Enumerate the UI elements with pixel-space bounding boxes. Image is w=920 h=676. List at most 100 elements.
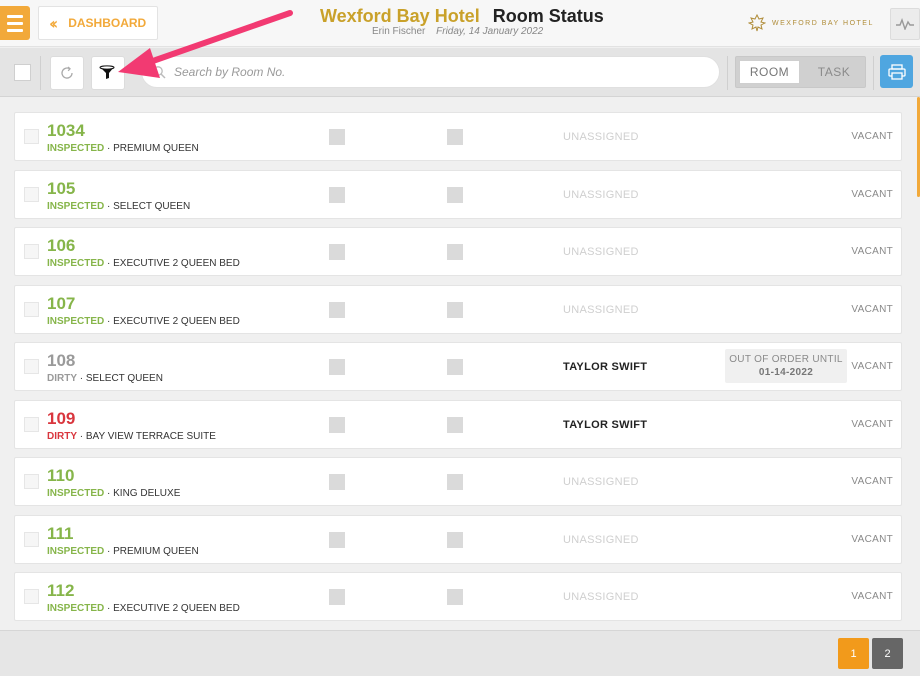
room-status: DIRTY: [47, 430, 77, 442]
room-number[interactable]: 1034: [47, 121, 85, 141]
room-checkbox[interactable]: [24, 416, 39, 432]
out-of-order-label: OUT OF ORDER UNTIL: [729, 354, 843, 365]
toolbar: ROOM TASK: [0, 48, 920, 97]
room-type: SELECT QUEEN: [113, 200, 191, 212]
page-2-button[interactable]: 2: [872, 638, 903, 669]
room-assignee[interactable]: TAYLOR SWIFT: [563, 419, 647, 431]
room-checkbox[interactable]: [24, 359, 39, 374]
room-number[interactable]: 105: [47, 179, 75, 199]
out-of-order-badge: OUT OF ORDER UNTIL 01-14-2022: [725, 349, 847, 383]
room-details: DIRTY · SELECT QUEEN: [47, 373, 163, 384]
room-details: INSPECTED · EXECUTIVE 2 QUEEN BED: [47, 315, 240, 327]
room-row[interactable]: 107 INSPECTED · EXECUTIVE 2 QUEEN BED UNAS…: [14, 284, 902, 334]
room-number[interactable]: 111: [47, 524, 74, 544]
room-status: INSPECTED: [47, 143, 105, 154]
app-header: ‹‹ DASHBOARD Wexford Bay Hotel Room Stat…: [0, 0, 920, 47]
toolbar-divider: [40, 56, 41, 90]
room-details: INSPECTED · SELECT QUEEN: [47, 200, 191, 212]
room-occupancy: VACANT: [851, 533, 893, 545]
room-assignee[interactable]: UNASSIGNED: [563, 591, 639, 603]
room-indicator-square: [329, 531, 345, 548]
room-row[interactable]: 108 DIRTY · SELECT QUEEN TAYLOR SWIFT OUT O…: [14, 342, 902, 391]
room-assignee[interactable]: UNASSIGNED: [563, 246, 639, 258]
toolbar-divider: [873, 56, 874, 90]
room-status: INSPECTED: [47, 258, 105, 269]
room-row[interactable]: 109 DIRTY · BAY VIEW TERRACE SUITE TAYLOR …: [14, 399, 902, 449]
room-details: DIRTY · BAY VIEW TERRACE SUITE: [47, 430, 216, 442]
room-row[interactable]: 111 INSPECTED · PREMIUM QUEEN UNASSIGNED VA…: [14, 514, 902, 564]
room-assignee[interactable]: UNASSIGNED: [563, 476, 639, 488]
search-field[interactable]: [141, 56, 720, 88]
page-1-button[interactable]: 1: [838, 638, 869, 669]
room-indicator-square: [329, 416, 345, 433]
room-assignee[interactable]: UNASSIGNED: [563, 189, 639, 201]
pagination-bar: [0, 630, 920, 676]
room-occupancy: VACANT: [851, 476, 893, 487]
refresh-button[interactable]: [50, 56, 84, 90]
hamburger-bar: [7, 28, 23, 32]
dashboard-button[interactable]: ‹‹ DASHBOARD: [38, 6, 158, 40]
room-checkbox[interactable]: [24, 129, 39, 144]
room-indicator-square: [447, 531, 463, 548]
room-number[interactable]: 110: [47, 466, 74, 486]
room-occupancy: VACANT: [851, 591, 893, 602]
hamburger-bar: [7, 14, 23, 18]
double-chevron-left-icon: ‹‹: [49, 13, 58, 33]
room-checkbox[interactable]: [24, 474, 39, 489]
filter-button[interactable]: [91, 56, 125, 90]
room-row[interactable]: 106 INSPECTED · EXECUTIVE 2 QUEEN BED UNAS…: [14, 227, 902, 276]
room-occupancy: VACANT: [851, 418, 893, 430]
room-type: PREMIUM QUEEN: [113, 545, 199, 557]
room-type: KING DELUXE: [113, 488, 181, 499]
room-status: INSPECTED: [47, 200, 105, 212]
room-indicator-square: [447, 301, 463, 318]
room-indicator-square: [329, 129, 345, 145]
search-input[interactable]: [174, 65, 674, 79]
printer-icon: [887, 63, 906, 80]
hamburger-menu-button[interactable]: [0, 6, 30, 40]
room-number[interactable]: 109: [47, 409, 75, 429]
user-name: Erin Fischer: [372, 26, 426, 37]
room-occupancy: VACANT: [851, 131, 893, 142]
room-indicator-square: [329, 474, 345, 490]
room-checkbox[interactable]: [24, 244, 39, 259]
print-button[interactable]: [880, 55, 913, 88]
room-indicator-square: [329, 589, 345, 605]
room-row[interactable]: 105 INSPECTED · SELECT QUEEN UNASSIGNED VAC…: [14, 169, 902, 219]
room-status: DIRTY: [47, 373, 77, 384]
room-row[interactable]: 110 INSPECTED · KING DELUXE UNASSIGNED VACA…: [14, 457, 902, 506]
room-number[interactable]: 107: [47, 294, 75, 314]
room-row[interactable]: 112 INSPECTED · EXECUTIVE 2 QUEEN BED UNAS…: [14, 572, 902, 621]
room-occupancy: VACANT: [851, 303, 893, 315]
room-status: INSPECTED: [47, 315, 105, 327]
room-assignee[interactable]: UNASSIGNED: [563, 534, 639, 546]
room-type: BAY VIEW TERRACE SUITE: [85, 430, 216, 442]
view-room-tab[interactable]: ROOM: [739, 60, 800, 84]
page-heading: Room Status: [492, 6, 604, 26]
view-task-tab[interactable]: TASK: [804, 60, 864, 84]
room-checkbox[interactable]: [24, 301, 39, 317]
room-assignee[interactable]: UNASSIGNED: [563, 304, 639, 316]
room-occupancy: VACANT: [851, 246, 893, 257]
room-details: INSPECTED · EXECUTIVE 2 QUEEN BED: [47, 603, 240, 614]
room-number[interactable]: 106: [47, 236, 75, 256]
room-checkbox[interactable]: [24, 531, 39, 547]
activity-button[interactable]: [890, 8, 920, 40]
room-number[interactable]: 112: [47, 581, 74, 601]
filter-icon: [99, 65, 115, 79]
room-details: INSPECTED · PREMIUM QUEEN: [47, 143, 199, 154]
room-number[interactable]: 108: [47, 351, 75, 371]
select-all-checkbox[interactable]: [14, 64, 31, 81]
room-assignee[interactable]: UNASSIGNED: [563, 131, 639, 143]
room-checkbox[interactable]: [24, 589, 39, 604]
search-icon: [153, 66, 166, 79]
room-indicator-square: [447, 186, 463, 203]
room-row[interactable]: 1034 INSPECTED · PREMIUM QUEEN UNASSIGNED V…: [14, 112, 902, 161]
room-status: INSPECTED: [47, 488, 105, 499]
out-of-order-date: 01-14-2022: [758, 367, 814, 378]
room-status: INSPECTED: [47, 545, 105, 557]
room-assignee[interactable]: TAYLOR SWIFT: [563, 361, 647, 373]
page-subtitle: Erin Fischer Friday, 14 January 2022: [372, 26, 543, 37]
room-list: 1034 INSPECTED · PREMIUM QUEEN UNASSIGNED V…: [14, 112, 902, 630]
room-checkbox[interactable]: [24, 186, 39, 202]
